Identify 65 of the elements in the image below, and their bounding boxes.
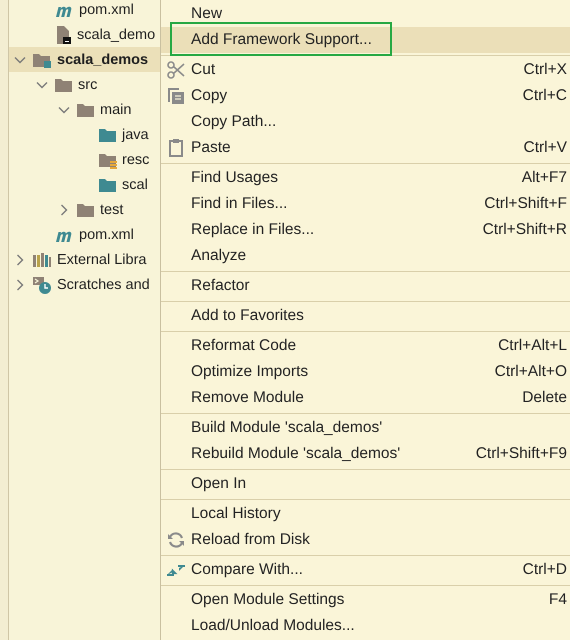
tree-item-label: src: [78, 76, 98, 92]
tree-row[interactable]: resc: [9, 147, 160, 172]
menu-item[interactable]: Find in Files... Ctrl+Shift+F: [161, 191, 570, 217]
menu-item[interactable]: Copy Path...: [161, 109, 570, 135]
tree-item-label: java: [122, 126, 149, 142]
tree-row[interactable]: scal: [9, 172, 160, 197]
tree-item-label: resc: [122, 152, 150, 168]
shortcut-label: Ctrl+D: [522, 561, 568, 579]
menu-item[interactable]: Cut Ctrl+X: [161, 57, 570, 83]
tree-row[interactable]: External Libra: [9, 247, 160, 272]
shortcut-label: Ctrl+Shift+F: [484, 195, 568, 213]
library-icon: [32, 250, 52, 268]
menu-item[interactable]: Load/Unload Modules...: [161, 613, 570, 639]
tree-row[interactable]: main: [9, 97, 160, 122]
copy-icon: [166, 86, 186, 106]
shortcut-label: Ctrl+X: [524, 61, 568, 79]
tree-row[interactable]: pom.xml: [9, 0, 160, 22]
menu-item[interactable]: Find Usages Alt+F7: [161, 165, 570, 191]
tree-row[interactable]: src: [9, 72, 160, 97]
tree-item-label: pom.xml: [79, 2, 134, 18]
tree-item-label: scala_demo: [77, 26, 156, 42]
tree-row[interactable]: pom.xml: [9, 222, 160, 247]
menu-item[interactable]: Paste Ctrl+V: [161, 135, 570, 161]
menu-item[interactable]: New: [161, 1, 570, 27]
tree-row[interactable]: scala_demos: [9, 47, 160, 72]
tree-item-label: External Libra: [57, 252, 146, 268]
file-icon: [54, 24, 72, 44]
shortcut-label: Ctrl+Alt+L: [498, 337, 568, 355]
shortcut-label: Ctrl+Shift+R: [482, 221, 568, 239]
menu-item[interactable]: Analyze: [161, 243, 570, 269]
tree-row[interactable]: test: [9, 197, 160, 222]
menu-item[interactable]: Rebuild Module 'scala_demos' Ctrl+Shift+F9: [161, 441, 570, 467]
menu-item[interactable]: Optimize Imports Ctrl+Alt+O: [161, 359, 570, 385]
menu-item[interactable]: Reload from Disk: [161, 527, 570, 553]
tree-item-label: test: [100, 202, 124, 218]
shortcut-label: Ctrl+V: [524, 139, 568, 157]
menu-item[interactable]: Remove Module Delete: [161, 385, 570, 411]
menu-item[interactable]: Add to Favorites: [161, 303, 570, 329]
shortcut-label: Ctrl+C: [522, 87, 568, 105]
menu-item[interactable]: Build Module 'scala_demos': [161, 415, 570, 441]
tree-item-label: pom.xml: [79, 226, 134, 242]
tree-row[interactable]: java: [9, 122, 160, 147]
menu-item[interactable]: Open In: [161, 471, 570, 497]
refresh-icon: [166, 530, 186, 550]
shortcut-label: Ctrl+Alt+O: [494, 363, 568, 381]
shortcut-label: Ctrl+Shift+F9: [476, 445, 568, 463]
shortcut-label: F4: [548, 591, 568, 609]
tree-item-label: scal: [122, 176, 148, 192]
menu-item[interactable]: Reformat Code Ctrl+Alt+L: [161, 333, 570, 359]
clock-file-icon: [32, 274, 52, 294]
tree-item-label: Scratches and: [57, 276, 150, 292]
menu-item[interactable]: Compare With... Ctrl+D: [161, 557, 570, 583]
menu-item[interactable]: Local History: [161, 501, 570, 527]
menu-item[interactable]: Replace in Files... Ctrl+Shift+R: [161, 217, 570, 243]
tree-row[interactable]: scala_demo: [9, 22, 160, 47]
tree-item-label: scala_demos: [57, 52, 148, 68]
tree-row[interactable]: Scratches and: [9, 272, 160, 297]
menu-item[interactable]: Copy Ctrl+C: [161, 83, 570, 109]
shortcut-label: Alt+F7: [522, 169, 568, 187]
tree-item-label: main: [100, 102, 132, 118]
scissors-icon: [166, 60, 186, 80]
clipboard-icon: [166, 138, 186, 158]
shortcut-label: Delete: [522, 389, 568, 407]
menu-item[interactable]: Open Module Settings F4: [161, 587, 570, 613]
menu-item[interactable]: Refactor: [161, 273, 570, 299]
